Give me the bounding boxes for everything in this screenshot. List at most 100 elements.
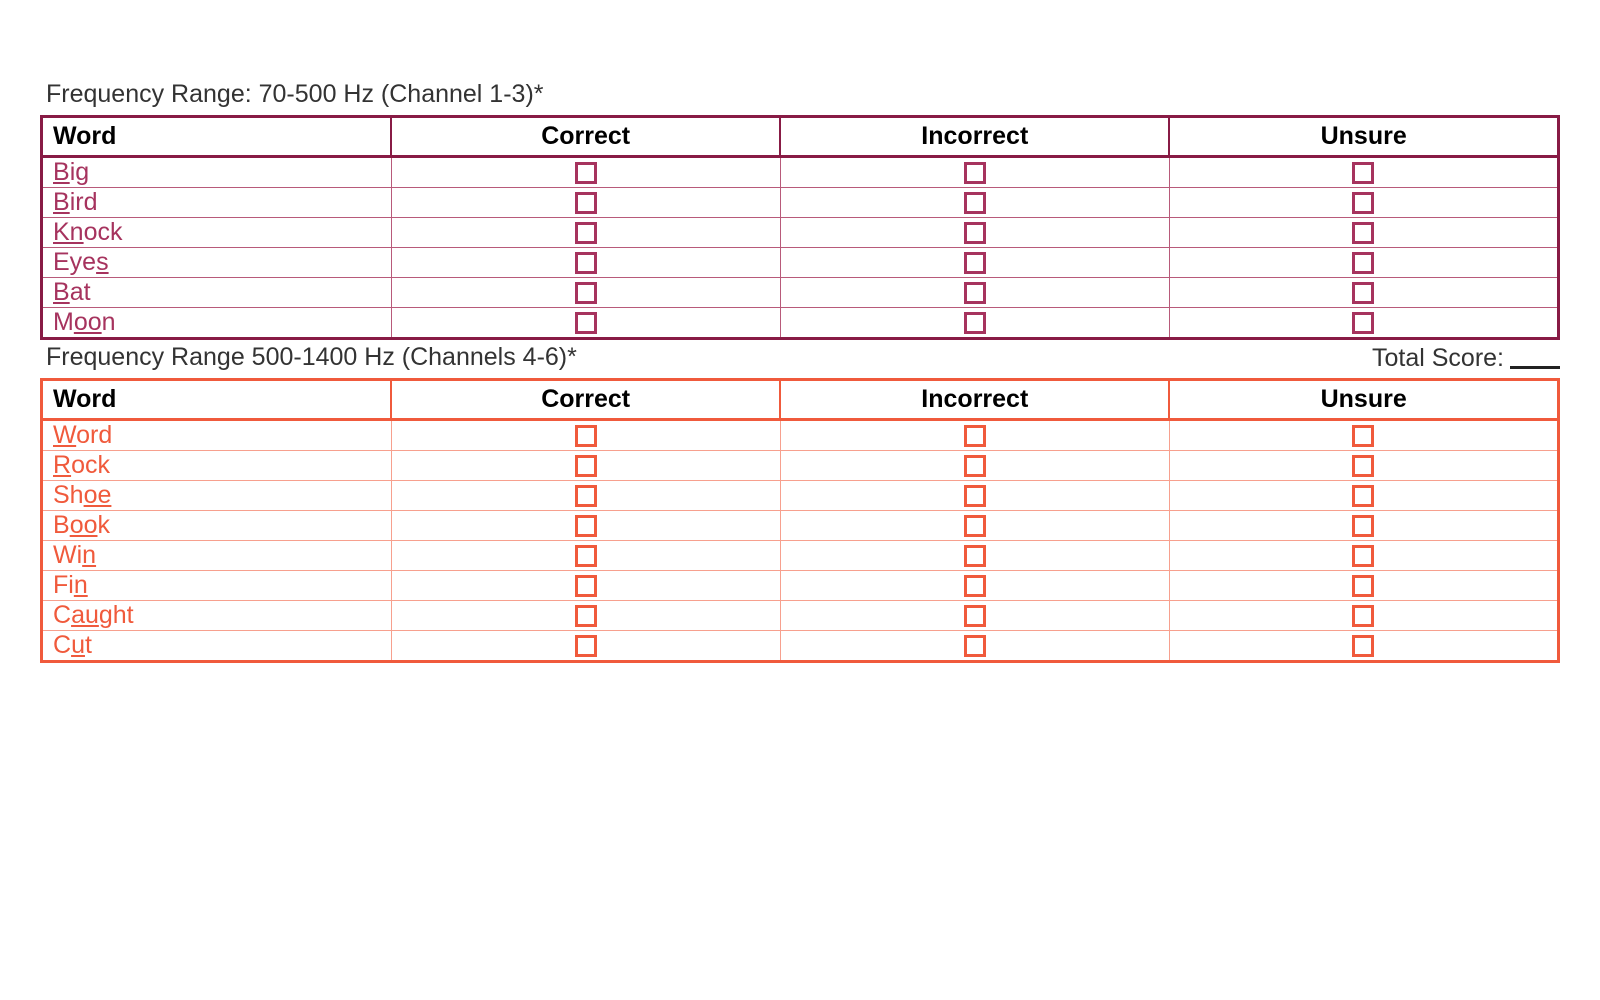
table-row: Big xyxy=(42,157,1559,188)
t1-word: Moon xyxy=(42,308,392,339)
t2-unsure-cell xyxy=(1169,541,1558,571)
t2-word: Win xyxy=(42,541,392,571)
checkbox-unsure[interactable] xyxy=(1352,192,1374,214)
section2-title: Frequency Range 500-1400 Hz (Channels 4-… xyxy=(46,343,1560,372)
table-row: Win xyxy=(42,541,1559,571)
t2-incorrect-cell xyxy=(780,541,1169,571)
checkbox-unsure[interactable] xyxy=(1352,455,1374,477)
t2-unsure-cell xyxy=(1169,451,1558,481)
table-row: Bat xyxy=(42,278,1559,308)
t2-incorrect-cell xyxy=(780,451,1169,481)
t1-unsure-cell xyxy=(1169,218,1558,248)
t1-body: BigBirdKnockEyesBatMoon xyxy=(42,157,1559,339)
total-score-label: Total Score: xyxy=(1372,344,1504,373)
checkbox-correct[interactable] xyxy=(575,252,597,274)
checkbox-correct[interactable] xyxy=(575,455,597,477)
t2-word: Book xyxy=(42,511,392,541)
t1-h-unsure: Unsure xyxy=(1169,117,1558,157)
t1-correct-cell xyxy=(391,218,780,248)
t1-incorrect-cell xyxy=(780,278,1169,308)
t1-incorrect-cell xyxy=(780,157,1169,188)
checkbox-incorrect[interactable] xyxy=(964,425,986,447)
checkbox-incorrect[interactable] xyxy=(964,515,986,537)
t2-correct-cell xyxy=(391,511,780,541)
t1-incorrect-cell xyxy=(780,218,1169,248)
t2-incorrect-cell xyxy=(780,481,1169,511)
t1-correct-cell xyxy=(391,248,780,278)
checkbox-correct[interactable] xyxy=(575,192,597,214)
total-score-blank[interactable] xyxy=(1510,366,1560,369)
checkbox-unsure[interactable] xyxy=(1352,485,1374,507)
checkbox-correct[interactable] xyxy=(575,515,597,537)
t2-word: Rock xyxy=(42,451,392,481)
checkbox-incorrect[interactable] xyxy=(964,222,986,244)
t2-body: WordRockShoeBookWinFinCaughtCut xyxy=(42,420,1559,662)
checkbox-correct[interactable] xyxy=(575,162,597,184)
t2-h-word: Word xyxy=(42,380,392,420)
checkbox-incorrect[interactable] xyxy=(964,252,986,274)
t2-word: Cut xyxy=(42,631,392,662)
t1-correct-cell xyxy=(391,278,780,308)
checkbox-incorrect[interactable] xyxy=(964,282,986,304)
t2-word: Caught xyxy=(42,601,392,631)
t1-unsure-cell xyxy=(1169,248,1558,278)
checkbox-correct[interactable] xyxy=(575,635,597,657)
t1-incorrect-cell xyxy=(780,308,1169,339)
checkbox-unsure[interactable] xyxy=(1352,545,1374,567)
table-row: Caught xyxy=(42,601,1559,631)
t2-h-correct: Correct xyxy=(391,380,780,420)
checkbox-correct[interactable] xyxy=(575,575,597,597)
table-row: Word xyxy=(42,420,1559,451)
checkbox-incorrect[interactable] xyxy=(964,485,986,507)
t2-correct-cell xyxy=(391,601,780,631)
checkbox-unsure[interactable] xyxy=(1352,605,1374,627)
t2-correct-cell xyxy=(391,571,780,601)
table-row: Shoe xyxy=(42,481,1559,511)
t1-unsure-cell xyxy=(1169,188,1558,218)
table-1: Word Correct Incorrect Unsure BigBirdKno… xyxy=(40,115,1560,340)
t2-correct-cell xyxy=(391,631,780,662)
checkbox-correct[interactable] xyxy=(575,545,597,567)
t1-word: Eyes xyxy=(42,248,392,278)
table-row: Knock xyxy=(42,218,1559,248)
checkbox-incorrect[interactable] xyxy=(964,162,986,184)
section1-title: Frequency Range: 70-500 Hz (Channel 1-3)… xyxy=(46,80,1560,109)
checkbox-incorrect[interactable] xyxy=(964,192,986,214)
checkbox-incorrect[interactable] xyxy=(964,545,986,567)
checkbox-correct[interactable] xyxy=(575,485,597,507)
t1-correct-cell xyxy=(391,188,780,218)
checkbox-incorrect[interactable] xyxy=(964,605,986,627)
checkbox-unsure[interactable] xyxy=(1352,282,1374,304)
checkbox-incorrect[interactable] xyxy=(964,312,986,334)
t1-word: Bird xyxy=(42,188,392,218)
checkbox-unsure[interactable] xyxy=(1352,425,1374,447)
checkbox-unsure[interactable] xyxy=(1352,222,1374,244)
checkbox-correct[interactable] xyxy=(575,282,597,304)
checkbox-incorrect[interactable] xyxy=(964,455,986,477)
checkbox-correct[interactable] xyxy=(575,312,597,334)
checkbox-unsure[interactable] xyxy=(1352,312,1374,334)
t1-unsure-cell xyxy=(1169,308,1558,339)
checkbox-unsure[interactable] xyxy=(1352,162,1374,184)
t2-correct-cell xyxy=(391,541,780,571)
checkbox-correct[interactable] xyxy=(575,222,597,244)
checkbox-unsure[interactable] xyxy=(1352,635,1374,657)
checkbox-incorrect[interactable] xyxy=(964,635,986,657)
t2-word: Word xyxy=(42,420,392,451)
checkbox-unsure[interactable] xyxy=(1352,575,1374,597)
t2-correct-cell xyxy=(391,420,780,451)
t1-h-correct: Correct xyxy=(391,117,780,157)
t1-word: Big xyxy=(42,157,392,188)
checkbox-correct[interactable] xyxy=(575,425,597,447)
checkbox-unsure[interactable] xyxy=(1352,252,1374,274)
table-row: Eyes xyxy=(42,248,1559,278)
checkbox-incorrect[interactable] xyxy=(964,575,986,597)
t1-incorrect-cell xyxy=(780,188,1169,218)
t2-correct-cell xyxy=(391,451,780,481)
t1-incorrect-cell xyxy=(780,248,1169,278)
t2-unsure-cell xyxy=(1169,601,1558,631)
table-row: Cut xyxy=(42,631,1559,662)
checkbox-unsure[interactable] xyxy=(1352,515,1374,537)
checkbox-correct[interactable] xyxy=(575,605,597,627)
t2-word: Fin xyxy=(42,571,392,601)
